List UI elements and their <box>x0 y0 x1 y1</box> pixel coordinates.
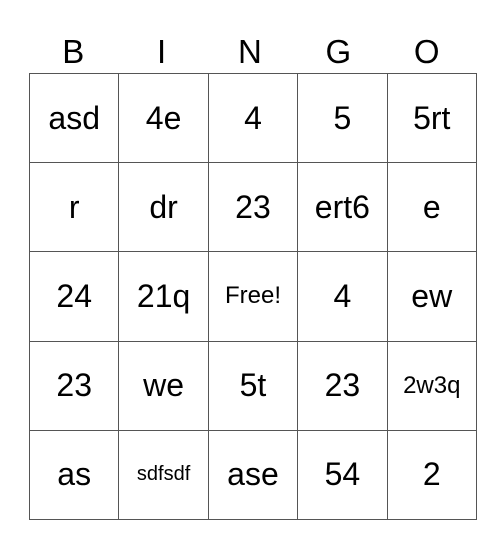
header-letter: G <box>325 33 352 70</box>
header-letter: B <box>62 33 85 70</box>
bingo-cell[interactable]: asd <box>28 72 120 164</box>
bingo-cell[interactable]: ase <box>207 429 299 520</box>
grid-row: 24 21q Free! 4 ew <box>28 251 477 342</box>
header-letter: O <box>413 33 440 70</box>
bingo-cell[interactable]: as <box>28 429 120 520</box>
bingo-cell[interactable]: e <box>386 162 477 253</box>
bingo-cell[interactable]: 21q <box>118 251 209 342</box>
header-letter: N <box>238 33 262 70</box>
bingo-cell[interactable]: 23 <box>28 340 120 431</box>
bingo-cell[interactable]: we <box>118 340 209 431</box>
grid-row: r dr 23 ert6 e <box>28 162 477 253</box>
bingo-grid: asd 4e 4 5 5rt r dr 23 ert6 e 24 21q Fre… <box>28 72 477 520</box>
grid-row: asd 4e 4 5 5rt <box>28 72 477 164</box>
bingo-cell[interactable]: 23 <box>207 162 299 253</box>
bingo-cell[interactable]: 4 <box>297 251 388 342</box>
grid-row: 23 we 5t 23 2w3q <box>28 340 477 431</box>
bingo-cell[interactable]: r <box>28 162 120 253</box>
bingo-cell[interactable]: 54 <box>297 429 388 520</box>
bingo-cell[interactable]: 24 <box>28 251 120 342</box>
bingo-cell[interactable]: sdfsdf <box>118 429 209 520</box>
grid-row: as sdfsdf ase 54 2 <box>28 429 477 520</box>
header-letter: I <box>157 33 167 70</box>
bingo-cell[interactable]: 23 <box>297 340 388 431</box>
bingo-cell[interactable]: ew <box>386 251 477 342</box>
bingo-cell[interactable]: 2 <box>386 429 477 520</box>
bingo-cell[interactable]: dr <box>118 162 209 253</box>
bingo-cell[interactable]: 2w3q <box>386 340 477 431</box>
bingo-cell[interactable]: 5t <box>207 340 299 431</box>
free-space-cell[interactable]: Free! <box>207 251 299 342</box>
bingo-cell[interactable]: 5rt <box>386 72 477 164</box>
bingo-header: B I N G O <box>29 30 471 74</box>
bingo-cell[interactable]: ert6 <box>297 162 388 253</box>
bingo-cell[interactable]: 4 <box>207 72 299 164</box>
bingo-cell[interactable]: 5 <box>297 72 388 164</box>
bingo-cell[interactable]: 4e <box>118 72 209 164</box>
